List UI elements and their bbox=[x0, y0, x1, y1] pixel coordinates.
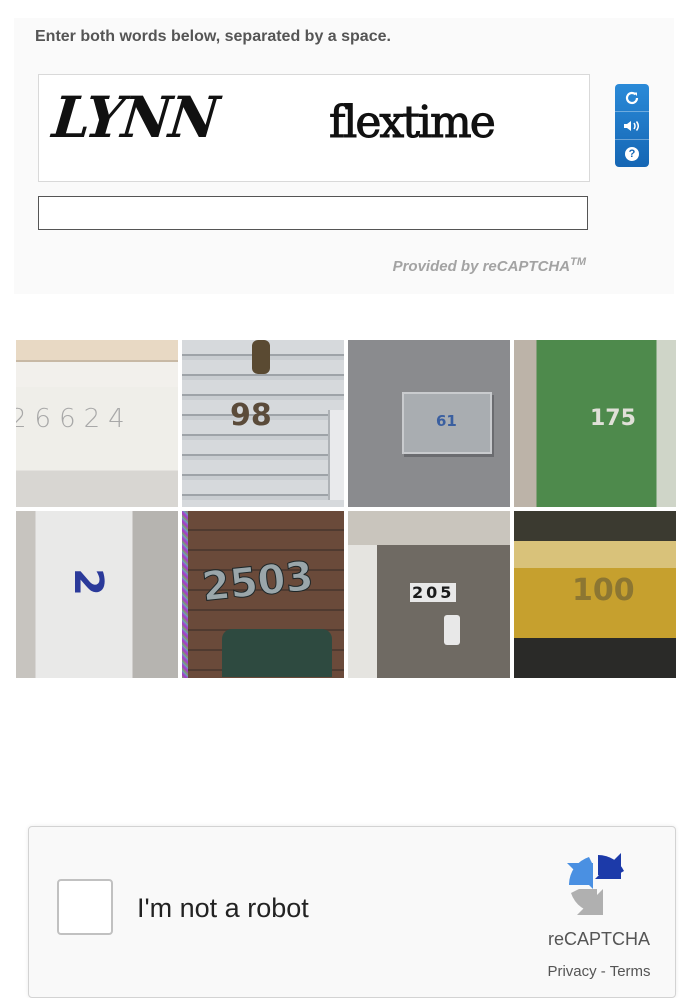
captcha-answer-input[interactable] bbox=[38, 196, 588, 230]
refresh-button[interactable] bbox=[615, 84, 649, 112]
recaptcha-logo-icon bbox=[567, 853, 624, 915]
classic-recaptcha-panel: Enter both words below, separated by a s… bbox=[14, 18, 674, 294]
image-tile[interactable]: 2 bbox=[16, 511, 178, 678]
lamp-shape bbox=[252, 340, 270, 374]
lamp-shape bbox=[444, 615, 460, 645]
mailbox-shape bbox=[222, 629, 332, 677]
checkbox-label: I'm not a robot bbox=[137, 893, 309, 923]
captcha-word-2: flextime bbox=[329, 97, 497, 149]
help-icon: ? bbox=[625, 146, 639, 161]
tile-number: 26624 bbox=[16, 404, 133, 434]
tile-number: 2 bbox=[64, 568, 111, 596]
trademark: TM bbox=[570, 256, 586, 268]
refresh-icon bbox=[625, 91, 639, 104]
image-grid: 26624 98 61 175 2 2503 205 100 bbox=[16, 340, 676, 678]
recaptcha-brand: reCAPTCHA bbox=[547, 929, 650, 949]
help-button[interactable]: ? bbox=[615, 140, 649, 167]
tile-number: 61 bbox=[436, 412, 457, 430]
not-robot-checkbox[interactable] bbox=[57, 879, 113, 935]
tile-number: 2503 bbox=[199, 553, 316, 611]
tile-number: 205 bbox=[410, 583, 457, 602]
tile-number: 100 bbox=[572, 573, 635, 608]
audio-button[interactable] bbox=[615, 112, 649, 140]
image-tile[interactable]: 26624 bbox=[16, 340, 178, 507]
captcha-word-1: LYNN bbox=[49, 83, 221, 151]
audio-icon bbox=[624, 120, 639, 131]
captcha-image: LYNN flextime bbox=[38, 74, 590, 182]
link-separator: - bbox=[596, 963, 610, 980]
image-tile[interactable]: 205 bbox=[348, 511, 510, 678]
recaptcha-links: Privacy - Terms bbox=[525, 963, 673, 980]
provided-by-label: Provided by reCAPTCHATM bbox=[392, 256, 586, 275]
tile-number: 98 bbox=[230, 398, 272, 433]
captcha-controls: ? bbox=[615, 84, 649, 167]
tile-number: 175 bbox=[590, 406, 636, 431]
image-tile[interactable]: 175 bbox=[514, 340, 676, 507]
terms-link[interactable]: Terms bbox=[610, 963, 651, 980]
image-tile[interactable]: 61 bbox=[348, 340, 510, 507]
recaptcha-widget: I'm not a robot reCAPTCHA Privacy - Term… bbox=[28, 826, 676, 998]
privacy-link[interactable]: Privacy bbox=[547, 963, 596, 980]
image-tile[interactable]: 98 bbox=[182, 340, 344, 507]
captcha-instruction: Enter both words below, separated by a s… bbox=[35, 28, 391, 45]
image-tile[interactable]: 2503 bbox=[182, 511, 344, 678]
image-tile[interactable]: 100 bbox=[514, 511, 676, 678]
